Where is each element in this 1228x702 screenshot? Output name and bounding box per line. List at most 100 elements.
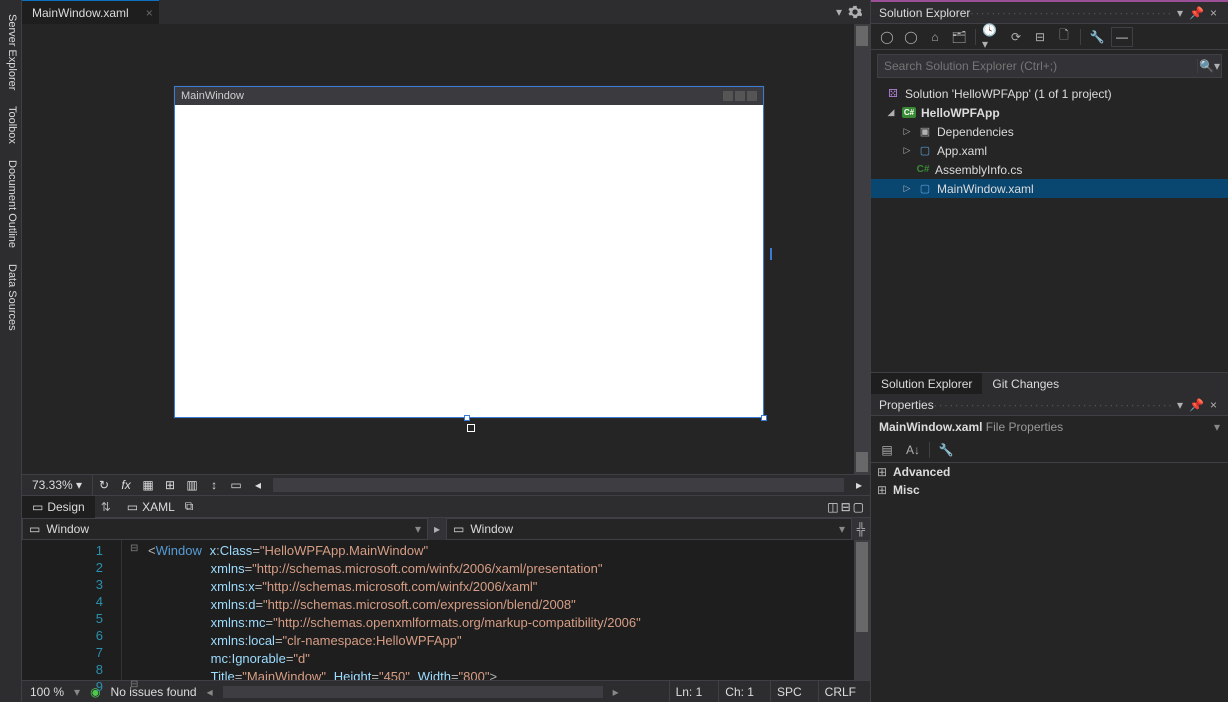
status-issues[interactable]: No issues found — [111, 685, 197, 699]
tab-design[interactable]: ▭ Design — [22, 496, 95, 518]
tab-toolbox[interactable]: Toolbox — [0, 100, 21, 150]
tree-dependencies[interactable]: ▷ ▣ Dependencies — [871, 122, 1228, 141]
split-icon[interactable]: ╬ — [852, 518, 870, 540]
breadcrumb-seg-2[interactable]: ▭ Window▾ — [446, 518, 852, 540]
panel-dropdown-icon[interactable]: ▾ — [1174, 6, 1186, 20]
breadcrumb-seg-1[interactable]: ▭ Window▾ — [22, 518, 428, 540]
solution-search[interactable]: 🔍▾ — [877, 54, 1222, 78]
panel-title: Solution Explorer — [879, 6, 970, 20]
tab-solution-explorer[interactable]: Solution Explorer — [871, 373, 982, 394]
zoom-level[interactable]: 73.33% ▾ — [22, 475, 93, 495]
switch-views-icon[interactable]: 🗂 — [949, 27, 969, 47]
pin-icon[interactable]: 📌 — [1186, 398, 1207, 412]
resize-handle-icon[interactable] — [464, 415, 470, 421]
align-icon[interactable]: ↕ — [203, 474, 225, 496]
chevron-right-icon[interactable]: ▷ — [901, 145, 913, 156]
popout-icon[interactable]: ⧉ — [185, 499, 194, 514]
status-horizontal-scrollbar[interactable] — [223, 686, 603, 698]
show-all-icon[interactable]: 🗋 — [1054, 27, 1074, 47]
split-vertical-icon[interactable]: ◫ — [827, 500, 838, 514]
tree-mainwindow[interactable]: ▷ ▢ MainWindow.xaml — [871, 179, 1228, 198]
resize-handle-icon[interactable] — [761, 415, 767, 421]
snap-lines-icon[interactable]: ▥ — [181, 474, 203, 496]
tab-git-changes[interactable]: Git Changes — [982, 373, 1069, 394]
pin-icon[interactable]: 📌 — [1186, 6, 1207, 20]
xaml-icon: ▢ — [917, 144, 933, 157]
arrow-right-icon[interactable]: ▸ — [848, 474, 870, 496]
expand-icon[interactable]: ⊞ — [877, 483, 889, 497]
bottom-marker — [467, 424, 475, 432]
min-icon — [723, 91, 733, 101]
fold-icon[interactable]: ⊟ — [130, 679, 138, 690]
refresh-icon[interactable]: ↻ — [93, 474, 115, 496]
alphabetical-icon[interactable]: A↓ — [903, 440, 923, 460]
snap-grid-icon[interactable]: ⊞ — [159, 474, 181, 496]
code-text[interactable]: <Window x:Class="HelloWPFApp.MainWindow"… — [122, 540, 854, 680]
device-icon[interactable]: ▭ — [225, 474, 247, 496]
swap-panes-icon[interactable]: ⇅ — [95, 500, 117, 514]
grid-icon[interactable]: ▦ — [137, 474, 159, 496]
wrench-icon[interactable]: 🔧 — [936, 440, 956, 460]
main-editor-area: MainWindow.xaml × ▾ MainWindow — [22, 0, 870, 702]
se-bottom-tabs: Solution Explorer Git Changes — [871, 372, 1228, 394]
collapse-pane-icon[interactable]: ▢ — [853, 500, 864, 514]
chevron-right-icon[interactable]: ▷ — [901, 126, 913, 137]
close-win-icon — [747, 91, 757, 101]
tab-server-explorer[interactable]: Server Explorer — [0, 8, 21, 96]
category-misc[interactable]: ⊞ Misc — [871, 481, 1228, 499]
split-horizontal-icon[interactable]: ⊟ — [841, 500, 851, 514]
category-advanced[interactable]: ⊞ Advanced — [871, 463, 1228, 481]
collapse-all-icon[interactable]: ⊟ — [1030, 27, 1050, 47]
code-editor[interactable]: 123456789 ⊟ ⊟ <Window x:Class="HelloWPFA… — [22, 540, 870, 680]
tab-xaml[interactable]: ▭ XAML — [117, 496, 185, 518]
preview-selected-icon[interactable]: — — [1111, 27, 1133, 47]
design-window-preview[interactable]: MainWindow — [174, 86, 764, 418]
chevron-down-icon[interactable]: ◢ — [885, 107, 897, 118]
fold-icon[interactable]: ⊟ — [130, 543, 138, 554]
doc-tab-dropdown-icon[interactable]: ▾ — [836, 5, 842, 19]
solution-tree: ⚄ Solution 'HelloWPFApp' (1 of 1 project… — [871, 82, 1228, 372]
code-vertical-scrollbar[interactable] — [854, 540, 870, 680]
panel-dropdown-icon[interactable]: ▾ — [1174, 398, 1186, 412]
document-tab-strip: MainWindow.xaml × ▾ — [22, 0, 870, 24]
search-icon[interactable]: 🔍▾ — [1197, 59, 1221, 73]
search-input[interactable] — [878, 59, 1197, 73]
close-icon[interactable]: × — [146, 6, 153, 20]
designer-container: MainWindow 73.33% ▾ ↻ fx ▦ ⊞ ▥ ↕ ▭ ◂ ▸ — [22, 24, 870, 702]
chevron-right-icon[interactable]: ▷ — [901, 183, 913, 194]
close-icon[interactable]: × — [1207, 6, 1220, 20]
close-icon[interactable]: × — [1207, 398, 1220, 412]
properties-icon[interactable]: 🔧 — [1087, 27, 1107, 47]
arrow-left-icon[interactable]: ◂ — [247, 474, 269, 496]
design-horizontal-scrollbar[interactable] — [273, 478, 844, 492]
design-surface[interactable]: MainWindow — [22, 24, 870, 474]
tab-document-outline[interactable]: Document Outline — [0, 154, 21, 254]
tree-appxaml[interactable]: ▷ ▢ App.xaml — [871, 141, 1228, 160]
sync-icon[interactable]: ⟳ — [1006, 27, 1026, 47]
design-toolbar: 73.33% ▾ ↻ fx ▦ ⊞ ▥ ↕ ▭ ◂ ▸ — [22, 474, 870, 496]
home-icon[interactable]: ⌂ — [925, 27, 945, 47]
gear-icon[interactable] — [848, 5, 862, 19]
status-line[interactable]: Ln: 1 — [669, 681, 709, 702]
max-icon — [735, 91, 745, 101]
tree-solution[interactable]: ⚄ Solution 'HelloWPFApp' (1 of 1 project… — [871, 84, 1228, 103]
status-crlf[interactable]: CRLF — [818, 681, 862, 702]
properties-header[interactable]: Properties ∙∙∙∙∙∙∙∙∙∙∙∙∙∙∙∙∙∙∙∙∙∙∙∙∙∙∙∙∙… — [871, 394, 1228, 416]
expand-icon[interactable]: ⊞ — [877, 465, 889, 479]
tree-assemblyinfo[interactable]: C# AssemblyInfo.cs — [871, 160, 1228, 179]
status-spc[interactable]: SPC — [770, 681, 808, 702]
design-window-body[interactable] — [175, 105, 763, 417]
status-char[interactable]: Ch: 1 — [718, 681, 760, 702]
categorized-icon[interactable]: ▤ — [877, 440, 897, 460]
pending-changes-icon[interactable]: 🕓▾ — [982, 27, 1002, 47]
forward-icon[interactable]: ◯ — [901, 27, 921, 47]
document-tab-mainwindow[interactable]: MainWindow.xaml × — [22, 0, 159, 24]
solution-explorer-header[interactable]: Solution Explorer ∙∙∙∙∙∙∙∙∙∙∙∙∙∙∙∙∙∙∙∙∙∙… — [871, 2, 1228, 24]
fx-icon[interactable]: fx — [115, 474, 137, 496]
back-icon[interactable]: ◯ — [877, 27, 897, 47]
tree-project[interactable]: ◢ C# HelloWPFApp — [871, 103, 1228, 122]
tab-data-sources[interactable]: Data Sources — [0, 258, 21, 337]
design-vertical-scrollbar[interactable] — [854, 24, 870, 474]
xaml-icon: ▢ — [917, 182, 933, 195]
xaml-breadcrumb: ▭ Window▾ ▸ ▭ Window▾ ╬ — [22, 518, 870, 540]
